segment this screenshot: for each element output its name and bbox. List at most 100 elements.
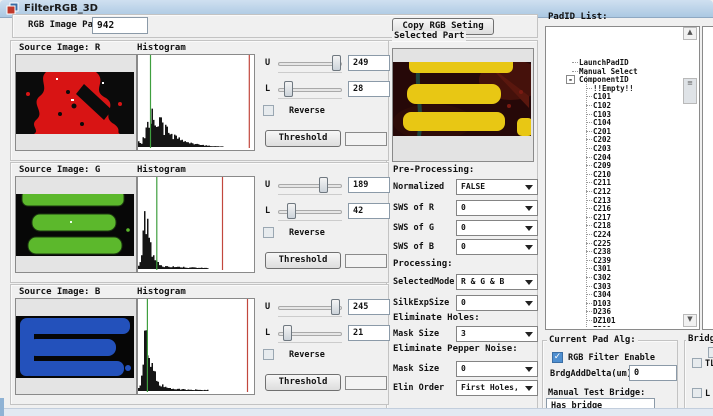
rgb-filter-enable-checkbox[interactable]: ✓ [552, 352, 563, 363]
manual-test-bridge-label: Manual Test Bridge: [548, 388, 645, 398]
u-r-value-input[interactable]: 249 [348, 55, 390, 71]
bridge-title: Bridge [686, 334, 713, 344]
dropdown-value: 0 [461, 203, 466, 212]
l-r-slider-label: L [265, 84, 277, 94]
tree-connector-dash [586, 191, 592, 192]
chevron-down-icon [525, 226, 533, 231]
histogram-label: Histogram [137, 43, 217, 53]
tree-connector-dash [586, 217, 592, 218]
tree-connector-dash [586, 277, 592, 278]
u-g-value-input[interactable]: 189 [348, 177, 390, 193]
l-b-slider-thumb[interactable] [283, 325, 292, 341]
bridge-l-checkbox[interactable] [692, 388, 702, 398]
selected-part-image-box [392, 48, 534, 162]
tree-connector-dash [586, 286, 592, 287]
tree-items: LaunchPadIDManual Select-ComponentID!!Em… [546, 27, 683, 327]
current-pad-title: Current Pad Alg: [547, 335, 638, 345]
bridge-tl-label: TL [705, 359, 713, 369]
u-g-slider-label: U [265, 180, 277, 190]
processing-row-label: Mask Size [393, 329, 455, 339]
processing-row-label: Mask Size [393, 364, 455, 374]
tree-connector-dash [586, 268, 592, 269]
source-image-g [16, 194, 134, 256]
tree-scroll-up-button[interactable]: ▲ [683, 27, 697, 40]
bridge-l-label: L [705, 389, 710, 399]
u-b-value-input[interactable]: 245 [348, 299, 390, 315]
pad-id-value-field[interactable]: 942 [92, 17, 148, 34]
tree-scrollbar-thumb[interactable]: ≡ [683, 78, 697, 104]
tree-scroll-down-button[interactable]: ▼ [683, 314, 697, 327]
rgb-filter-enable-label: RGB Filter Enable [568, 353, 655, 363]
processing-row-label: SelectedMode [393, 277, 455, 287]
reverse-label: Reverse [289, 350, 349, 360]
pad-list-tree: ▲ ≡ ▼ LaunchPadIDManual Select-Component… [545, 26, 700, 330]
threshold-button-r[interactable]: Threshold [265, 130, 341, 147]
dropdown-value: FALSE [461, 182, 485, 191]
chevron-down-icon [525, 206, 533, 211]
l-g-value-input[interactable]: 42 [348, 203, 390, 219]
l-r-slider-thumb[interactable] [284, 81, 293, 97]
right-clipped-panel [702, 26, 713, 330]
processing-row-label: SilkExpSize [393, 298, 455, 308]
processing-dropdown-sws-of-b[interactable]: 0 [456, 239, 538, 255]
l-b-value-input[interactable]: 21 [348, 325, 390, 341]
brdg-add-delta-input[interactable]: 0 [629, 365, 677, 381]
processing-dropdown-sws-of-g[interactable]: 0 [456, 220, 538, 236]
tree-connector-dash [586, 234, 592, 235]
bridge-tl-checkbox[interactable] [692, 358, 702, 368]
u-g-slider-track[interactable] [278, 184, 342, 188]
selected-part-title: Selected Part [392, 31, 466, 41]
l-b-slider-tickline [278, 342, 342, 343]
chevron-down-icon [525, 367, 533, 372]
u-g-slider-tickline [278, 194, 342, 195]
processing-dropdown-elin-order[interactable]: First Holes, [456, 380, 538, 396]
processing-dropdown-normalized[interactable]: FALSE [456, 179, 538, 195]
window-corner [0, 398, 4, 416]
threshold-result-box-b [345, 376, 387, 390]
l-r-value-input[interactable]: 28 [348, 81, 390, 97]
tree-connector-dash [586, 303, 592, 304]
processing-row-label: SWS of B [393, 242, 455, 252]
l-g-slider-tickline [278, 220, 342, 221]
brdg-add-delta-label: BrdgAddDelta(um): [550, 369, 637, 379]
reverse-checkbox-g[interactable] [263, 227, 274, 238]
reverse-checkbox-b[interactable] [263, 349, 274, 360]
tree-connector-dash [586, 174, 592, 175]
dropdown-value: 0 [461, 242, 466, 251]
processing-row-label: SWS of R [393, 203, 455, 213]
source-image-box-b [15, 298, 137, 395]
source-image-box-g [15, 176, 137, 273]
bridge-extra-checkbox[interactable] [708, 347, 713, 358]
chevron-down-icon [525, 332, 533, 337]
reverse-checkbox-r[interactable] [263, 105, 274, 116]
processing-dropdown-silkexpsize[interactable]: 0 [456, 295, 538, 311]
processing-dropdown-sws-of-r[interactable]: 0 [456, 200, 538, 216]
threshold-button-g[interactable]: Threshold [265, 252, 341, 269]
tree-item-f300[interactable]: F300 [593, 325, 611, 327]
tree-connector-dash [586, 148, 592, 149]
tree-connector-dash [586, 122, 592, 123]
tree-collapse-icon[interactable]: - [566, 75, 575, 84]
l-b-slider-label: L [265, 328, 277, 338]
l-g-slider-thumb[interactable] [287, 203, 296, 219]
processing-dropdown-selectedmode[interactable]: R & G & B [456, 274, 538, 290]
source-image-b [16, 316, 134, 378]
tree-connector-dash [586, 208, 592, 209]
processing-dropdown-mask-size[interactable]: 3 [456, 326, 538, 342]
threshold-result-box-g [345, 254, 387, 268]
tree-connector-dash [586, 88, 592, 89]
processing-section-title: Processing: [393, 259, 528, 269]
tree-connector-dash [586, 157, 592, 158]
histogram-label: Histogram [137, 287, 217, 297]
processing-dropdown-mask-size[interactable]: 0 [456, 361, 538, 377]
threshold-button-b[interactable]: Threshold [265, 374, 341, 391]
tree-connector-dash [586, 225, 592, 226]
tree-connector-dash [586, 311, 592, 312]
chevron-down-icon [525, 386, 533, 391]
dropdown-value: 0 [461, 364, 466, 373]
u-b-slider-thumb[interactable] [331, 299, 340, 315]
tree-connector-dash [586, 182, 592, 183]
chevron-down-icon [525, 245, 533, 250]
u-r-slider-thumb[interactable] [332, 55, 341, 71]
u-g-slider-thumb[interactable] [319, 177, 328, 193]
